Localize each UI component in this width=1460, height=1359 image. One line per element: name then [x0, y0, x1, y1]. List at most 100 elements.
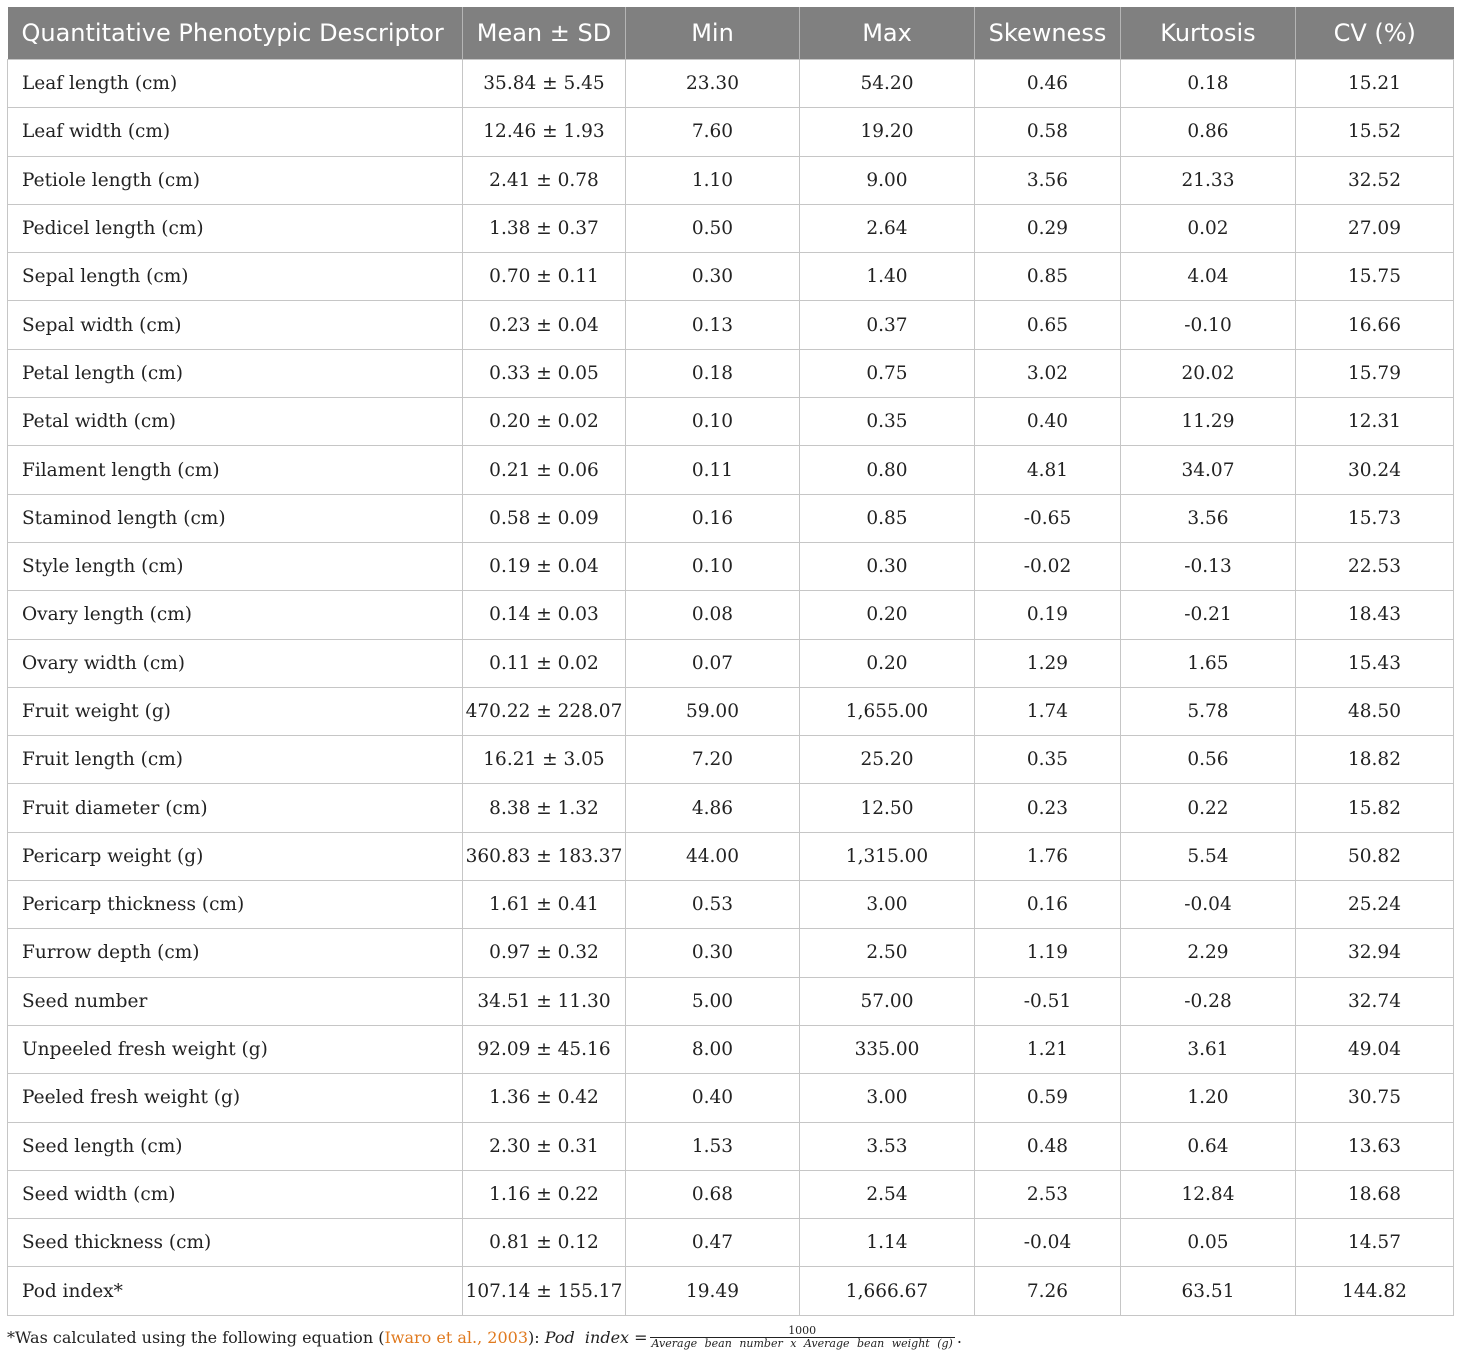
footnote-marker: * — [7, 1328, 15, 1347]
value-cell: 1.20 — [1120, 1073, 1296, 1123]
value-cell: 1.36 ± 0.42 — [462, 1073, 626, 1123]
value-cell: 7.20 — [625, 735, 800, 785]
value-cell: 15.82 — [1295, 783, 1454, 833]
value-cell: 1.76 — [974, 831, 1121, 882]
value-cell: 3.00 — [799, 880, 975, 930]
equation-lhs: Pod index = — [544, 1328, 648, 1347]
value-cell: 1.53 — [625, 1121, 800, 1171]
value-cell: -0.65 — [974, 493, 1121, 543]
descriptor-cell: Seed width (cm) — [7, 1169, 463, 1220]
value-cell: 3.56 — [1120, 493, 1296, 543]
table-row: Pedicel length (cm) 1.38 ± 0.37 0.50 2.64 0.… — [7, 203, 1454, 254]
table-row: Petal width (cm) 0.20 ± 0.02 0.10 0.35 0.40 1… — [7, 397, 1454, 447]
column-header: Max — [799, 7, 975, 60]
value-cell: 12.50 — [799, 783, 975, 833]
descriptor-cell: Pericarp weight (g) — [7, 831, 463, 882]
value-cell: -0.28 — [1120, 976, 1296, 1026]
value-cell: 0.81 ± 0.12 — [462, 1218, 626, 1268]
value-cell: 0.47 — [625, 1218, 800, 1268]
value-cell: 1,655.00 — [799, 686, 975, 737]
value-cell: 1.16 ± 0.22 — [462, 1169, 626, 1220]
value-cell: 15.75 — [1295, 252, 1454, 302]
citation-link[interactable]: Iwaro et al., 2003 — [384, 1328, 528, 1347]
value-cell: 15.52 — [1295, 107, 1454, 157]
table-row: Pericarp thickness (cm) 1.61 ± 0.41 0.53 3.… — [7, 880, 1454, 930]
value-cell: 0.18 — [625, 348, 800, 399]
table-row: Peeled fresh weight (g) 1.36 ± 0.42 0.40 3.… — [7, 1073, 1454, 1123]
descriptor-cell: Furrow depth (cm) — [7, 928, 463, 978]
descriptor-cell: Pedicel length (cm) — [7, 203, 463, 254]
value-cell: 3.56 — [974, 155, 1121, 205]
value-cell: 2.54 — [799, 1169, 975, 1220]
table-row: Ovary length (cm) 0.14 ± 0.03 0.08 0.20 0.19… — [7, 590, 1454, 640]
table-row: Petal length (cm) 0.33 ± 0.05 0.18 0.75 3.02… — [7, 348, 1454, 399]
value-cell: 1.10 — [625, 155, 800, 205]
value-cell: 48.50 — [1295, 686, 1454, 737]
value-cell: 1.40 — [799, 252, 975, 302]
value-cell: 0.22 — [1120, 783, 1296, 833]
value-cell: 12.31 — [1295, 397, 1454, 447]
value-cell: 0.20 — [799, 638, 975, 688]
value-cell: -0.02 — [974, 541, 1121, 592]
table-row: Pod index* 107.14 ± 155.17 19.49 1,666.67 7.… — [7, 1266, 1454, 1316]
value-cell: 35.84 ± 5.45 — [462, 58, 626, 109]
value-cell: 0.30 — [625, 928, 800, 978]
value-cell: 0.40 — [625, 1073, 800, 1123]
value-cell: 20.02 — [1120, 348, 1296, 399]
value-cell: 32.94 — [1295, 928, 1454, 978]
value-cell: 19.49 — [625, 1266, 800, 1316]
value-cell: 144.82 — [1295, 1266, 1454, 1316]
value-cell: 4.81 — [974, 445, 1121, 495]
value-cell: 12.46 ± 1.93 — [462, 107, 626, 157]
value-cell: 63.51 — [1120, 1266, 1296, 1316]
value-cell: -0.10 — [1120, 300, 1296, 350]
value-cell: 0.20 — [799, 590, 975, 640]
value-cell: 0.18 — [1120, 58, 1296, 109]
value-cell: 0.14 ± 0.03 — [462, 590, 626, 640]
value-cell: 4.86 — [625, 783, 800, 833]
descriptor-cell: Leaf width (cm) — [7, 107, 463, 157]
value-cell: 0.30 — [625, 252, 800, 302]
value-cell: 11.29 — [1120, 397, 1296, 447]
value-cell: 0.85 — [799, 493, 975, 543]
value-cell: 5.00 — [625, 976, 800, 1026]
descriptor-cell: Petal length (cm) — [7, 348, 463, 399]
value-cell: 15.21 — [1295, 58, 1454, 109]
value-cell: 0.46 — [974, 58, 1121, 109]
value-cell: 0.11 ± 0.02 — [462, 638, 626, 688]
value-cell: 30.75 — [1295, 1073, 1454, 1123]
descriptor-cell: Fruit weight (g) — [7, 686, 463, 737]
value-cell: 15.79 — [1295, 348, 1454, 399]
value-cell: -0.13 — [1120, 541, 1296, 592]
table-body: Leaf length (cm) 35.84 ± 5.45 23.30 54.20 0.… — [7, 58, 1454, 1316]
value-cell: -0.21 — [1120, 590, 1296, 640]
table-row: Unpeeled fresh weight (g) 92.09 ± 45.16 8.… — [7, 1024, 1454, 1075]
value-cell: 1.14 — [799, 1218, 975, 1268]
table-row: Style length (cm) 0.19 ± 0.04 0.10 0.30 -0.0… — [7, 541, 1454, 592]
value-cell: 18.43 — [1295, 590, 1454, 640]
descriptor-cell: Leaf length (cm) — [7, 58, 463, 109]
descriptor-cell: Seed number — [7, 976, 463, 1026]
value-cell: 2.53 — [974, 1169, 1121, 1220]
table-row: Leaf length (cm) 35.84 ± 5.45 23.30 54.20 0.… — [7, 58, 1454, 109]
value-cell: 8.00 — [625, 1024, 800, 1075]
value-cell: 2.29 — [1120, 928, 1296, 978]
value-cell: 2.50 — [799, 928, 975, 978]
value-cell: 92.09 ± 45.16 — [462, 1024, 626, 1075]
value-cell: 0.20 ± 0.02 — [462, 397, 626, 447]
descriptor-cell: Petal width (cm) — [7, 397, 463, 447]
value-cell: 59.00 — [625, 686, 800, 737]
value-cell: 107.14 ± 155.17 — [462, 1266, 626, 1316]
value-cell: 32.74 — [1295, 976, 1454, 1026]
value-cell: 0.30 — [799, 541, 975, 592]
descriptor-cell: Sepal length (cm) — [7, 252, 463, 302]
descriptor-cell: Ovary width (cm) — [7, 638, 463, 688]
table-row: Fruit weight (g) 470.22 ± 228.07 59.00 1,65… — [7, 686, 1454, 737]
table-row: Petiole length (cm) 2.41 ± 0.78 1.10 9.00 3.… — [7, 155, 1454, 205]
value-cell: 34.51 ± 11.30 — [462, 976, 626, 1026]
equation-fraction: 1000 Average bean number x Average bean … — [649, 1325, 955, 1350]
value-cell: 2.41 ± 0.78 — [462, 155, 626, 205]
descriptor-cell: Pod index* — [7, 1266, 463, 1316]
value-cell: 0.50 — [625, 203, 800, 254]
value-cell: 470.22 ± 228.07 — [462, 686, 626, 737]
